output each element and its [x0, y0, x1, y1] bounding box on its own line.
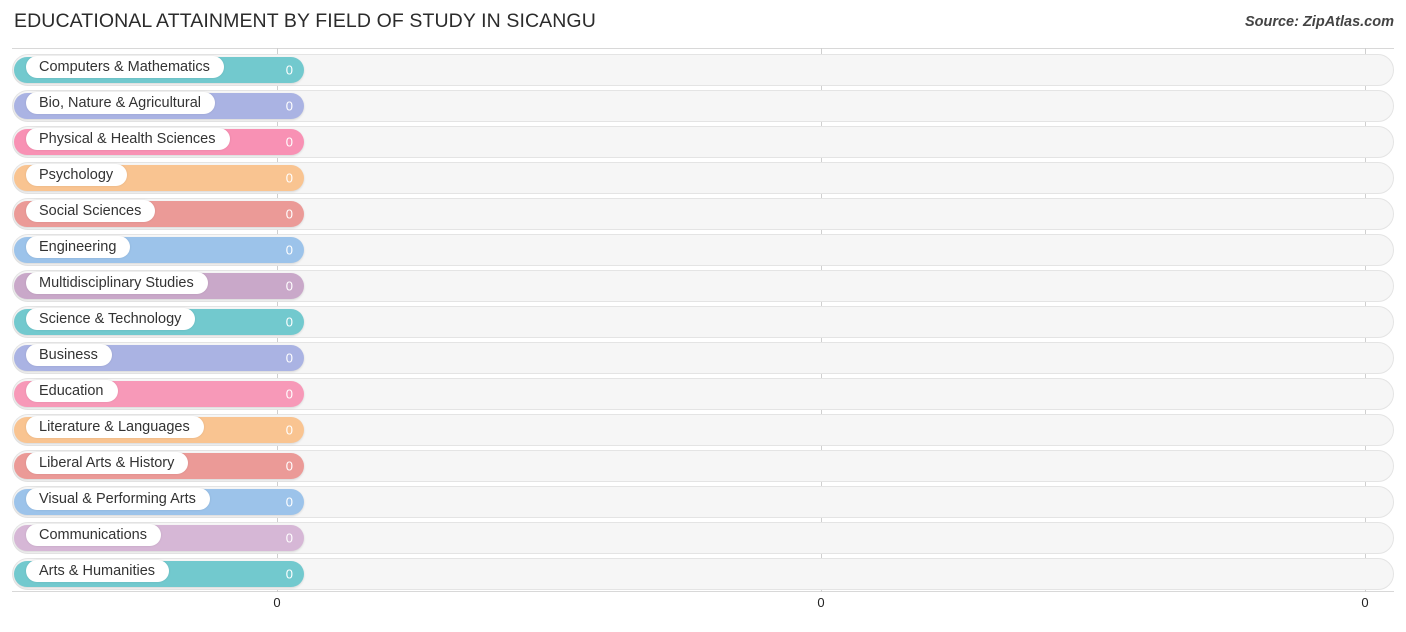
bar-row[interactable]: 0 Business: [12, 342, 1394, 374]
bar-category-label: Visual & Performing Arts: [26, 488, 210, 510]
bar-row[interactable]: 0 Arts & Humanities: [12, 558, 1394, 590]
bar-category-label: Engineering: [26, 236, 131, 258]
bar-value-label: 0: [285, 134, 293, 150]
bar-row[interactable]: 0 Communications: [12, 522, 1394, 554]
bar-category-label: Computers & Mathematics: [26, 56, 224, 78]
bar-value-label: 0: [285, 530, 293, 546]
page-title: EDUCATIONAL ATTAINMENT BY FIELD OF STUDY…: [14, 10, 596, 32]
x-axis-tick-label: 0: [1361, 595, 1369, 610]
bar-category-label: Liberal Arts & History: [26, 452, 189, 474]
bar-row[interactable]: 0 Visual & Performing Arts: [12, 486, 1394, 518]
bar-value-label: 0: [285, 98, 293, 114]
bar-category-label: Physical & Health Sciences: [26, 128, 230, 150]
bar-row[interactable]: 0 Science & Technology: [12, 306, 1394, 338]
bar-value-label: 0: [285, 458, 293, 474]
bar-row[interactable]: 0 Engineering: [12, 234, 1394, 266]
bar-value-label: 0: [285, 206, 293, 222]
bar-category-label: Social Sciences: [26, 200, 156, 222]
bar-value-label: 0: [285, 314, 293, 330]
bar-category-label: Science & Technology: [26, 308, 196, 330]
bar-value-label: 0: [285, 242, 293, 258]
bar-category-label: Business: [26, 344, 112, 366]
bar-category-label: Multidisciplinary Studies: [26, 272, 208, 294]
bar-category-label: Psychology: [26, 164, 128, 186]
bar-row[interactable]: 0 Liberal Arts & History: [12, 450, 1394, 482]
bar-value-label: 0: [285, 350, 293, 366]
bar-value-label: 0: [285, 278, 293, 294]
x-axis-tick-label: 0: [273, 595, 281, 610]
bar-row[interactable]: 0 Psychology: [12, 162, 1394, 194]
source-attribution: Source: ZipAtlas.com: [1244, 14, 1394, 30]
chart-header: EDUCATIONAL ATTAINMENT BY FIELD OF STUDY…: [0, 0, 1406, 46]
bar-row[interactable]: 0 Physical & Health Sciences: [12, 126, 1394, 158]
x-axis: 0 0 0: [0, 594, 1406, 632]
bar-row[interactable]: 0 Education: [12, 378, 1394, 410]
bar-value-label: 0: [285, 494, 293, 510]
bar-value-label: 0: [285, 386, 293, 402]
bar-row[interactable]: 0 Bio, Nature & Agricultural: [12, 90, 1394, 122]
bar-category-label: Education: [26, 380, 118, 402]
bar-row[interactable]: 0 Literature & Languages: [12, 414, 1394, 446]
bar-value-label: 0: [285, 566, 293, 582]
bar-category-label: Bio, Nature & Agricultural: [26, 92, 215, 114]
chart-plot-area: 0 Computers & Mathematics 0 Bio, Nature & A…: [0, 46, 1406, 594]
bar-row[interactable]: 0 Social Sciences: [12, 198, 1394, 230]
bar-category-label: Arts & Humanities: [26, 560, 170, 582]
bar-category-label: Communications: [26, 524, 161, 546]
x-axis-tick-label: 0: [817, 595, 825, 610]
bar-category-label: Literature & Languages: [26, 416, 204, 438]
bar-row[interactable]: 0 Multidisciplinary Studies: [12, 270, 1394, 302]
bar-row[interactable]: 0 Computers & Mathematics: [12, 54, 1394, 86]
bar-value-label: 0: [285, 62, 293, 78]
bar-value-label: 0: [285, 170, 293, 186]
bar-value-label: 0: [285, 422, 293, 438]
